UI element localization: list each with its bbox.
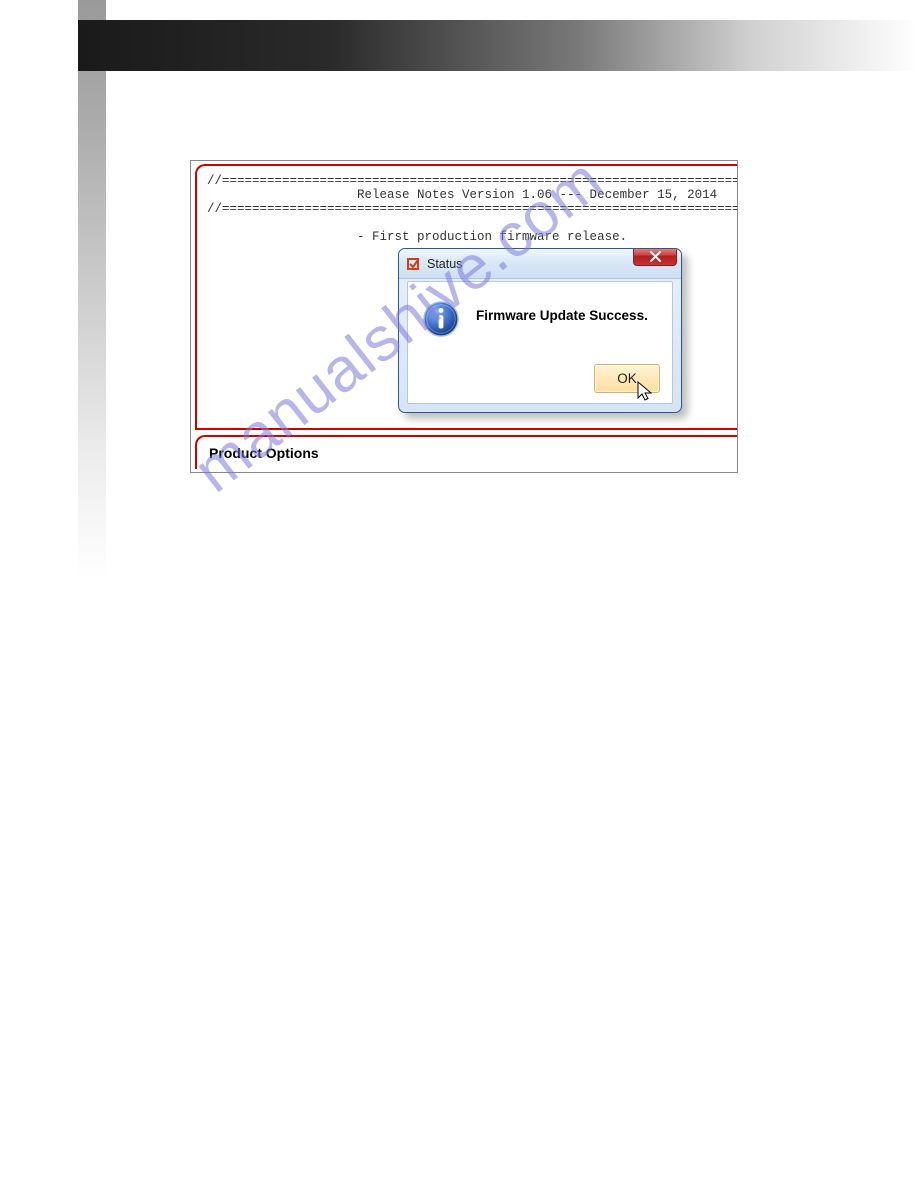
close-icon	[650, 251, 661, 262]
dialog-title: Status	[427, 257, 462, 271]
release-notes-body: - First production firmware release.	[207, 230, 627, 244]
dialog-message: Firmware Update Success.	[476, 300, 648, 323]
dialog-message-row: Firmware Update Success.	[408, 282, 672, 346]
ok-button-label: OK	[617, 371, 637, 386]
release-notes-header: Release Notes Version 1.06 --- December …	[207, 188, 717, 202]
close-button[interactable]	[633, 248, 677, 266]
product-options-label: Product Options	[209, 445, 319, 461]
release-notes-text: //======================================…	[197, 166, 737, 252]
info-icon	[422, 300, 460, 338]
divider-line: //======================================…	[207, 202, 737, 216]
top-gradient-banner	[78, 20, 918, 71]
status-dialog: Status	[398, 248, 682, 413]
dialog-titlebar[interactable]: Status	[399, 249, 681, 279]
app-icon	[405, 256, 421, 272]
product-options-panel: Product Options	[195, 435, 737, 469]
side-gradient-banner	[78, 0, 106, 580]
dialog-body: Firmware Update Success. OK	[407, 281, 673, 404]
divider-line: //======================================…	[207, 174, 737, 188]
dialog-frame: Status	[398, 248, 682, 413]
ok-button[interactable]: OK	[594, 364, 660, 393]
